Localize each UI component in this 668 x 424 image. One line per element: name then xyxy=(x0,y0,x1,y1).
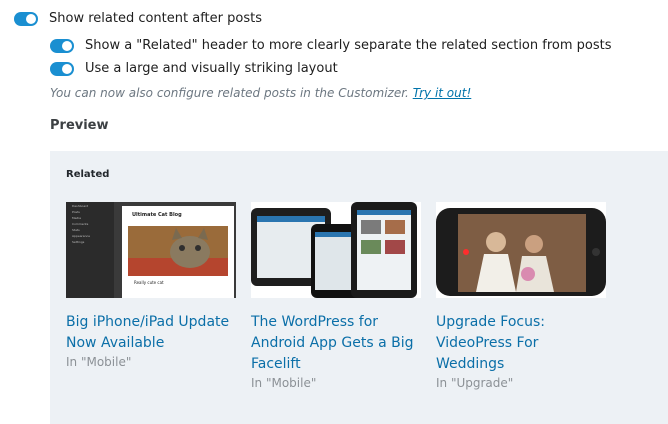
post-2-category: In "Mobile" xyxy=(251,376,317,390)
admin-sidebar: Dashboard Posts Media Comments Stats App… xyxy=(66,202,114,298)
customizer-note-text: You can now also configure related posts… xyxy=(50,86,409,100)
try-it-out-link[interactable]: Try it out! xyxy=(413,86,472,100)
post-1-category: In "Mobile" xyxy=(66,355,132,369)
toggle-knob xyxy=(26,14,36,24)
post-2-title[interactable]: The WordPress for Android App Gets a Big… xyxy=(251,312,423,375)
related-header: Related xyxy=(66,169,110,180)
blog-caption: Really cute cat xyxy=(134,280,164,285)
toggle-knob xyxy=(62,64,72,74)
sidebar-item: Settings xyxy=(72,240,85,244)
post-1-title[interactable]: Big iPhone/iPad Update Now Available xyxy=(66,312,238,354)
cat-photo xyxy=(128,226,228,276)
blog-content: Ultimate Cat Blog Really cute cat xyxy=(122,206,234,298)
post-2-thumbnail[interactable] xyxy=(251,202,421,298)
post-3-title[interactable]: Upgrade Focus: VideoPress For Weddings xyxy=(436,312,608,375)
toggle-knob xyxy=(62,41,72,51)
show-related-label: Show related content after posts xyxy=(49,11,262,26)
preview-panel: Related Dashboard Posts Media Comments S… xyxy=(50,151,668,424)
related-post-3[interactable]: Upgrade Focus: VideoPress For Weddings I… xyxy=(436,202,608,390)
post-3-category: In "Upgrade" xyxy=(436,376,514,390)
preview-heading: Preview xyxy=(50,118,109,133)
post-1-thumbnail[interactable]: Dashboard Posts Media Comments Stats App… xyxy=(66,202,236,298)
android-devices-image xyxy=(251,202,417,298)
related-post-1[interactable]: Dashboard Posts Media Comments Stats App… xyxy=(66,202,238,369)
iphone-wedding-video-image xyxy=(436,208,606,296)
large-layout-label: Use a large and visually striking layout xyxy=(85,61,338,76)
related-post-2[interactable]: The WordPress for Android App Gets a Big… xyxy=(251,202,423,390)
blog-title: Ultimate Cat Blog xyxy=(132,212,182,218)
show-header-toggle[interactable] xyxy=(50,39,74,53)
large-layout-toggle[interactable] xyxy=(50,62,74,76)
show-header-label: Show a "Related" header to more clearly … xyxy=(85,38,612,53)
customizer-note: You can now also configure related posts… xyxy=(50,86,471,100)
post-3-thumbnail[interactable] xyxy=(436,202,606,298)
show-related-toggle[interactable] xyxy=(14,12,38,26)
